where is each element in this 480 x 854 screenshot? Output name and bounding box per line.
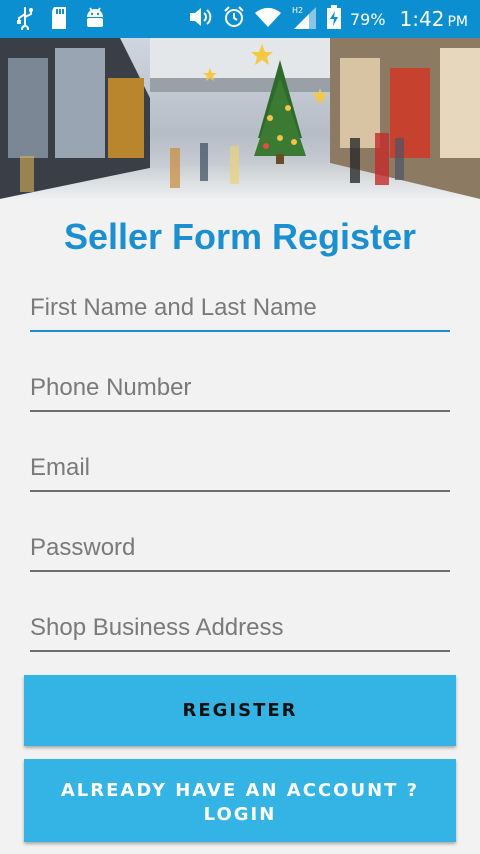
page-title: Seller Form Register: [63, 216, 417, 257]
email-field[interactable]: [30, 448, 450, 492]
status-bar: H2 79% 1:42 PM: [0, 0, 480, 38]
register-button[interactable]: REGISTER: [24, 675, 456, 746]
shop-business-address-input[interactable]: [30, 608, 450, 648]
phone-number-input[interactable]: [30, 368, 450, 408]
login-button-line1: ALREADY HAVE AN ACCOUNT ?: [60, 780, 420, 801]
password-input[interactable]: [30, 528, 450, 568]
first-last-name-input[interactable]: [30, 288, 450, 328]
password-field[interactable]: [30, 528, 450, 572]
first-last-name-field[interactable]: [30, 288, 450, 332]
sd-card-icon: [50, 6, 68, 34]
battery-charging-icon: [326, 4, 342, 34]
phone-number-field[interactable]: [30, 368, 450, 412]
battery-percent: 79%: [349, 9, 386, 29]
usb-icon: [16, 6, 34, 34]
clock-ampm: PM: [447, 14, 468, 30]
login-button-line2: LOGIN: [203, 804, 277, 825]
header-banner-image: [0, 38, 480, 199]
svg-text:H2: H2: [292, 6, 303, 15]
wifi-icon: [254, 5, 282, 33]
clock-time: 1:42: [399, 7, 445, 31]
clock: 1:42 PM: [400, 7, 468, 31]
alarm-icon: [222, 5, 246, 33]
volume-icon: [188, 5, 214, 33]
email-input[interactable]: [30, 448, 450, 488]
shop-business-address-field[interactable]: [30, 608, 450, 652]
signal-icon: H2: [290, 4, 318, 34]
login-button[interactable]: ALREADY HAVE AN ACCOUNT ? LOGIN: [24, 759, 456, 842]
android-icon: [84, 6, 106, 34]
